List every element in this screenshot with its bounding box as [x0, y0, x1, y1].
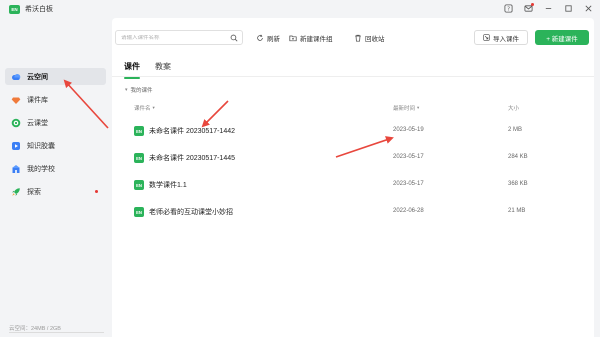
svg-text:?: ? [507, 6, 510, 12]
refresh-button[interactable]: 刷新 [256, 32, 280, 43]
file-size: 284 KB [508, 154, 528, 160]
column-header-size: 大小 [508, 106, 520, 112]
storage-usage: 云空间：24MB / 2GB [9, 326, 61, 332]
file-size: 21 MB [508, 208, 526, 214]
breadcrumb[interactable]: ▾ 我的课件 [125, 86, 153, 94]
file-size: 2 MB [508, 127, 523, 133]
tab-lesson-plan[interactable]: 教案 [155, 61, 171, 75]
school-icon [11, 164, 21, 174]
courseware-file-icon: EN [134, 153, 144, 163]
mail-icon[interactable] [523, 3, 534, 14]
refresh-label: 刷新 [267, 35, 280, 43]
app-logo: EN [9, 4, 20, 14]
maximize-icon[interactable] [563, 3, 574, 14]
chevron-down-icon: ▾ [125, 87, 128, 93]
tab-courseware[interactable]: 课件 [124, 61, 140, 79]
close-icon[interactable] [583, 3, 594, 14]
sidebar-item-explore[interactable]: 探索 [5, 183, 106, 200]
file-name: 老师必看的互动课堂小妙招 [149, 209, 233, 216]
new-group-button[interactable]: 新建课件组 [289, 32, 333, 43]
sidebar-item-cloud-space[interactable]: 云空间 [5, 68, 106, 85]
sidebar-item-cloud-class[interactable]: 云课堂 [5, 114, 106, 131]
recycle-bin-button[interactable]: 回收站 [354, 32, 385, 43]
search-box[interactable] [115, 30, 243, 45]
sidebar: 云空间 课件库 云课堂 知识胶囊 我的学校 探索 云空间：24MB / 2GB [0, 18, 112, 337]
file-size: 368 KB [508, 181, 528, 187]
sidebar-item-courseware-library[interactable]: 课件库 [5, 91, 106, 108]
tab-divider [112, 76, 594, 77]
new-group-label: 新建课件组 [300, 35, 333, 43]
file-updated: 2023-05-17 [393, 154, 424, 160]
toolbar: 刷新 新建课件组 回收站 导入课件 + 新建课件 [112, 18, 594, 60]
file-name: 未命名课件 20230517-1445 [149, 155, 235, 162]
diamond-icon [11, 95, 21, 105]
tab-bar: 课件 教案 [124, 61, 171, 79]
storage-bar [9, 332, 104, 333]
trash-icon [355, 34, 361, 42]
app-title: 希沃白板 [25, 6, 53, 13]
table-row[interactable]: EN 未命名课件 20230517-1442 2023-05-19 2 MB [112, 120, 594, 144]
column-header-updated[interactable]: 最新时间 ▾ [393, 104, 419, 112]
sidebar-item-label: 知识胶囊 [27, 142, 55, 150]
title-bar: EN 希沃白板 ? [0, 0, 600, 18]
new-courseware-button[interactable]: + 新建课件 [535, 30, 589, 45]
table-row[interactable]: EN 未命名课件 20230517-1445 2023-05-17 284 KB [112, 147, 594, 171]
main-panel: 刷新 新建课件组 回收站 导入课件 + 新建课件 课件 教案 ▾ 我的课件 课件… [112, 18, 594, 337]
sort-caret-icon: ▾ [417, 105, 420, 110]
folder-plus-icon [289, 35, 297, 41]
sidebar-item-knowledge-capsule[interactable]: 知识胶囊 [5, 137, 106, 154]
courseware-file-icon: EN [134, 180, 144, 190]
new-badge-dot [95, 190, 98, 193]
file-name: 数学课件1.1 [149, 182, 187, 189]
sidebar-item-my-school[interactable]: 我的学校 [5, 160, 106, 177]
import-label: 导入课件 [493, 35, 519, 43]
import-courseware-button[interactable]: 导入课件 [474, 30, 528, 45]
refresh-icon [257, 34, 263, 41]
search-icon[interactable] [230, 34, 238, 42]
import-icon [483, 34, 490, 41]
sidebar-item-label: 课件库 [27, 96, 48, 104]
sidebar-item-label: 我的学校 [27, 165, 55, 173]
sidebar-item-label: 探索 [27, 188, 41, 196]
column-header-name[interactable]: 课件名 ▾ [134, 104, 155, 112]
courseware-file-icon: EN [134, 126, 144, 136]
minimize-icon[interactable] [543, 3, 554, 14]
table-row[interactable]: EN 老师必看的互动课堂小妙招 2022-06-28 21 MB [112, 201, 594, 225]
breadcrumb-label: 我的课件 [130, 88, 153, 94]
window-controls: ? [503, 3, 594, 14]
rocket-icon [11, 187, 21, 197]
search-input[interactable] [121, 34, 229, 41]
sort-caret-icon: ▾ [152, 105, 155, 110]
file-name: 未命名课件 20230517-1442 [149, 128, 235, 135]
file-updated: 2022-06-28 [393, 208, 424, 214]
recycle-bin-label: 回收站 [365, 35, 385, 43]
help-icon[interactable]: ? [503, 3, 514, 14]
cloud-icon [11, 72, 21, 82]
courseware-file-icon: EN [134, 207, 144, 217]
file-updated: 2023-05-19 [393, 127, 424, 133]
sidebar-item-label: 云空间 [27, 73, 48, 81]
file-updated: 2023-05-17 [393, 181, 424, 187]
sidebar-item-label: 云课堂 [27, 119, 48, 127]
table-row[interactable]: EN 数学课件1.1 2023-05-17 368 KB [112, 174, 594, 198]
capsule-icon [11, 141, 21, 151]
notification-dot [531, 3, 534, 6]
play-circle-icon [11, 118, 21, 128]
